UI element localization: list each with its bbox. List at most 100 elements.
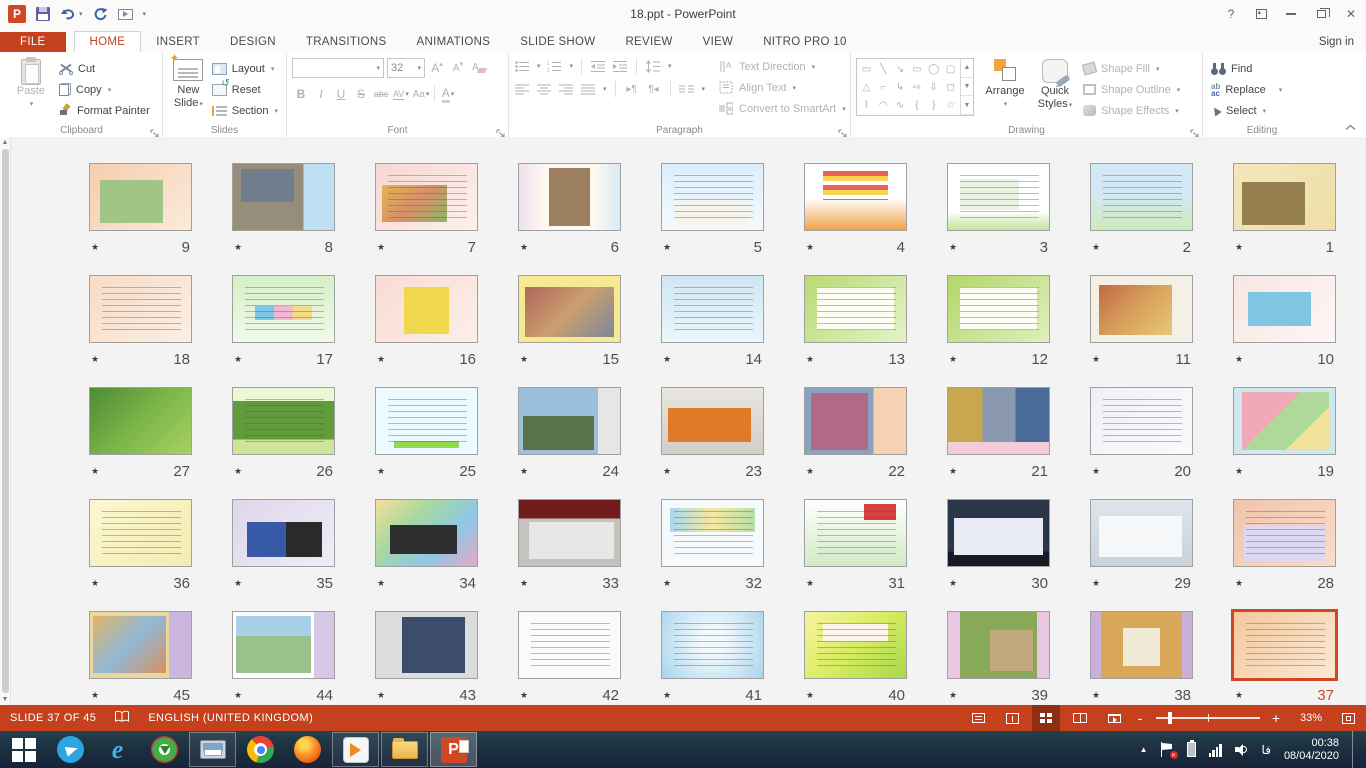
shape-glyph[interactable]: ↘: [896, 64, 904, 75]
start-from-beginning-button[interactable]: [118, 9, 133, 20]
reading-view-button[interactable]: [1066, 705, 1094, 731]
shape-glyph[interactable]: ▭: [862, 64, 871, 75]
slide-thumbnail-19[interactable]: [1233, 387, 1336, 455]
fit-slide-to-window-button[interactable]: [1334, 705, 1362, 731]
animation-star-icon[interactable]: ★: [377, 354, 385, 365]
shape-glyph[interactable]: ◻: [946, 82, 954, 93]
shape-glyph[interactable]: ◯: [928, 64, 939, 75]
sign-in-link[interactable]: Sign in: [1319, 36, 1354, 48]
copy-button[interactable]: Copy▾: [56, 79, 153, 100]
paragraph-dialog-launcher[interactable]: [838, 125, 848, 135]
slide-thumbnail-36[interactable]: [89, 499, 192, 567]
strikethrough-button[interactable]: S: [352, 84, 370, 104]
tab-nitro-pro-10[interactable]: NITRO PRO 10: [748, 32, 861, 52]
minimize-button[interactable]: [1276, 0, 1306, 28]
animation-star-icon[interactable]: ★: [663, 354, 671, 365]
slide-thumbnail-43[interactable]: [375, 611, 478, 679]
slide-thumbnail-39[interactable]: [947, 611, 1050, 679]
slide-thumbnail-27[interactable]: [89, 387, 192, 455]
slide-thumbnail-45[interactable]: [89, 611, 192, 679]
scroll-down-arrow[interactable]: ▼: [2, 694, 9, 705]
convert-to-smartart-button[interactable]: Convert to SmartArt▾: [715, 98, 849, 119]
animation-star-icon[interactable]: ★: [806, 242, 814, 253]
animation-star-icon[interactable]: ★: [91, 578, 99, 589]
find-button[interactable]: Find: [1208, 58, 1285, 79]
slide-thumbnail-5[interactable]: [661, 163, 764, 231]
clear-formatting-button[interactable]: [470, 58, 488, 78]
slide-thumbnail-11[interactable]: [1090, 275, 1193, 343]
tab-design[interactable]: DESIGN: [215, 32, 291, 52]
show-hidden-icons-button[interactable]: ▲: [1140, 745, 1148, 754]
taskbar-button-idm[interactable]: [141, 731, 188, 768]
slide-thumbnail-2[interactable]: [1090, 163, 1193, 231]
slide-thumbnail-7[interactable]: [375, 163, 478, 231]
animation-star-icon[interactable]: ★: [91, 354, 99, 365]
slide-thumbnail-23[interactable]: [661, 387, 764, 455]
slide-thumbnail-38[interactable]: [1090, 611, 1193, 679]
scroll-up-arrow[interactable]: ▲: [2, 137, 9, 148]
animation-star-icon[interactable]: ★: [1235, 690, 1243, 701]
volume-icon[interactable]: [1235, 743, 1249, 756]
animation-star-icon[interactable]: ★: [234, 354, 242, 365]
animation-star-icon[interactable]: ★: [806, 578, 814, 589]
animation-star-icon[interactable]: ★: [377, 466, 385, 477]
text-shadow-button[interactable]: abc: [372, 84, 390, 104]
animation-star-icon[interactable]: ★: [663, 242, 671, 253]
zoom-level[interactable]: 33%: [1288, 712, 1322, 724]
taskbar-button-telegram[interactable]: [47, 731, 94, 768]
change-case-button[interactable]: Aa▾: [412, 84, 430, 104]
tab-slide-show[interactable]: SLIDE SHOW: [505, 32, 610, 52]
align-right-button[interactable]: [558, 82, 574, 96]
drawing-dialog-launcher[interactable]: [1190, 125, 1200, 135]
tab-animations[interactable]: ANIMATIONS: [402, 32, 506, 52]
align-center-button[interactable]: [536, 82, 552, 96]
animation-star-icon[interactable]: ★: [520, 578, 528, 589]
normal-view-button[interactable]: [998, 705, 1026, 731]
shape-glyph[interactable]: ╲: [880, 64, 886, 75]
collapse-ribbon-button[interactable]: [1345, 123, 1356, 133]
slide-thumbnail-31[interactable]: [804, 499, 907, 567]
slide-thumbnail-21[interactable]: [947, 387, 1050, 455]
taskbar-button-file-explorer[interactable]: [381, 732, 428, 767]
align-left-button[interactable]: [514, 82, 530, 96]
show-desktop-button[interactable]: [1352, 731, 1358, 768]
slide-thumbnail-9[interactable]: [89, 163, 192, 231]
decrease-indent-button[interactable]: [590, 59, 606, 73]
help-button[interactable]: ?: [1216, 0, 1246, 28]
slide-thumbnail-34[interactable]: [375, 499, 478, 567]
character-spacing-button[interactable]: AV▾: [392, 84, 410, 104]
italic-button[interactable]: I: [312, 84, 330, 104]
slide-thumbnail-22[interactable]: [804, 387, 907, 455]
slide-thumbnail-8[interactable]: [232, 163, 335, 231]
animation-star-icon[interactable]: ★: [806, 466, 814, 477]
taskbar-button-chrome[interactable]: [237, 731, 284, 768]
shape-glyph[interactable]: }: [932, 100, 935, 111]
battery-icon[interactable]: [1187, 742, 1196, 757]
restore-button[interactable]: [1306, 0, 1336, 28]
font-name-combobox[interactable]: ▾: [292, 58, 384, 78]
font-color-button[interactable]: A▾: [439, 84, 457, 104]
slide-thumbnail-44[interactable]: [232, 611, 335, 679]
increase-font-size-button[interactable]: A▴: [428, 58, 446, 78]
animation-star-icon[interactable]: ★: [663, 578, 671, 589]
clock[interactable]: 00:38 08/04/2020: [1284, 737, 1339, 763]
cut-button[interactable]: Cut: [56, 58, 153, 79]
tab-file[interactable]: FILE: [0, 32, 66, 52]
animation-star-icon[interactable]: ★: [520, 242, 528, 253]
slide-thumbnail-12[interactable]: [947, 275, 1050, 343]
gallery-scroll-up[interactable]: ▲: [961, 59, 973, 78]
language-indicator[interactable]: ENGLISH (UNITED KINGDOM): [148, 712, 313, 724]
animation-star-icon[interactable]: ★: [377, 690, 385, 701]
animation-star-icon[interactable]: ★: [949, 354, 957, 365]
slide-thumbnail-10[interactable]: [1233, 275, 1336, 343]
slide-thumbnail-30[interactable]: [947, 499, 1050, 567]
slide-thumbnail-32[interactable]: [661, 499, 764, 567]
animation-star-icon[interactable]: ★: [663, 466, 671, 477]
animation-star-icon[interactable]: ★: [663, 690, 671, 701]
shape-glyph[interactable]: △: [863, 82, 871, 93]
customize-qat-button[interactable]: ▾: [143, 10, 147, 18]
shape-glyph[interactable]: ↳: [896, 82, 904, 93]
slide-thumbnail-15[interactable]: [518, 275, 621, 343]
quick-styles-button[interactable]: Quick Styles▾: [1030, 56, 1080, 120]
slide-thumbnail-13[interactable]: [804, 275, 907, 343]
